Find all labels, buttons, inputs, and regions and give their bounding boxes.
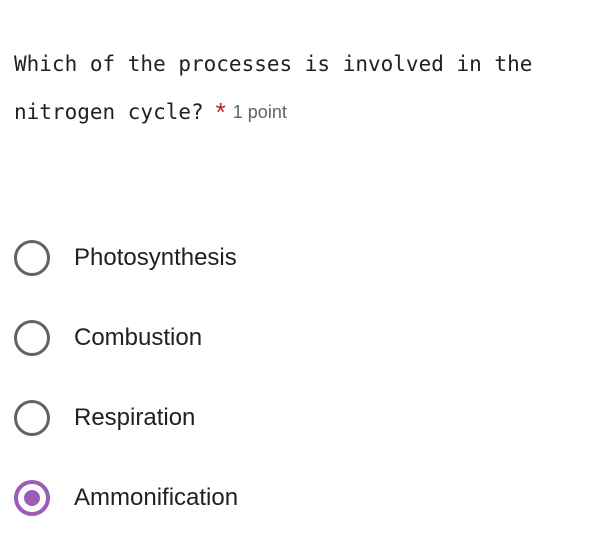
radio-button-icon[interactable] [14,240,50,276]
required-asterisk-icon: * [215,97,226,127]
option-label: Combustion [74,324,203,351]
radio-dot-icon [24,410,40,426]
point-value-label: 1 point [232,102,287,122]
answer-options-list: Photosynthesis Combustion Respiration Am… [0,218,608,538]
question-meta: * 1 point [216,88,287,136]
radio-button-selected-icon[interactable] [14,480,50,516]
radio-dot-icon [24,330,40,346]
option-label: Respiration [74,404,196,431]
option-label: Ammonification [74,484,239,511]
radio-button-icon[interactable] [14,320,50,356]
quiz-question-card: Which of the processes is involved in th… [0,0,608,521]
radio-button-icon[interactable] [14,400,50,436]
radio-dot-icon [24,250,40,266]
radio-dot-icon [24,490,40,506]
option-label: Photosynthesis [74,244,237,271]
option-row-combustion[interactable]: Combustion [0,298,608,378]
option-row-photosynthesis[interactable]: Photosynthesis [0,218,608,298]
option-row-ammonification[interactable]: Ammonification [0,458,608,538]
question-header: Which of the processes is involved in th… [14,40,594,136]
option-row-respiration[interactable]: Respiration [0,378,608,458]
